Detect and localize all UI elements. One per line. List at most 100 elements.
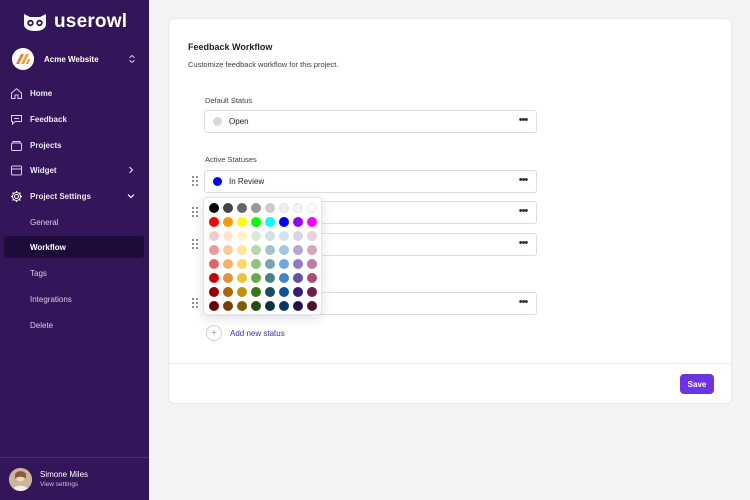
- color-swatch[interactable]: [209, 287, 219, 297]
- more-options-icon[interactable]: •••: [516, 206, 530, 218]
- sidebar-subitem-delete[interactable]: Delete: [4, 314, 144, 336]
- color-swatch[interactable]: [307, 245, 317, 255]
- color-swatch[interactable]: [237, 287, 247, 297]
- color-swatch[interactable]: [279, 287, 289, 297]
- more-options-icon[interactable]: •••: [516, 297, 530, 309]
- color-swatch[interactable]: [223, 203, 233, 213]
- more-options-icon[interactable]: •••: [516, 115, 530, 127]
- color-swatch[interactable]: [251, 301, 261, 311]
- sidebar-item-widget[interactable]: Widget: [4, 159, 144, 181]
- color-swatch[interactable]: [223, 217, 233, 227]
- sidebar-subitem-label: Delete: [30, 320, 54, 330]
- color-swatch[interactable]: [307, 301, 317, 311]
- color-swatch[interactable]: [265, 203, 275, 213]
- color-swatch[interactable]: [293, 259, 303, 269]
- color-swatch[interactable]: [209, 203, 219, 213]
- more-options-icon[interactable]: •••: [516, 238, 530, 250]
- app-logo[interactable]: userowl: [22, 11, 127, 33]
- color-swatch[interactable]: [265, 259, 275, 269]
- color-swatch[interactable]: [293, 301, 303, 311]
- project-switcher[interactable]: Acme Website: [12, 47, 136, 71]
- color-swatch[interactable]: [251, 231, 261, 241]
- drag-handle-icon[interactable]: [192, 298, 200, 310]
- color-swatch[interactable]: [237, 259, 247, 269]
- color-swatch[interactable]: [237, 273, 247, 283]
- color-swatch[interactable]: [251, 259, 261, 269]
- color-swatch[interactable]: [223, 231, 233, 241]
- color-swatch[interactable]: [251, 287, 261, 297]
- color-swatch[interactable]: [307, 217, 317, 227]
- sidebar-item-project-settings[interactable]: Project Settings: [4, 185, 144, 207]
- drag-handle-icon[interactable]: [192, 176, 200, 188]
- more-options-icon[interactable]: •••: [516, 175, 530, 187]
- color-swatch[interactable]: [209, 273, 219, 283]
- color-swatch[interactable]: [279, 245, 289, 255]
- add-new-status-button[interactable]: + Add new status: [206, 325, 285, 341]
- color-swatch[interactable]: [251, 203, 261, 213]
- default-status-label: Default Status: [205, 96, 253, 105]
- color-swatch[interactable]: [223, 287, 233, 297]
- user-meta: Simone Miles View settings: [40, 470, 88, 488]
- color-swatch[interactable]: [293, 287, 303, 297]
- sidebar-item-projects[interactable]: Projects: [4, 134, 144, 156]
- color-swatch[interactable]: [307, 273, 317, 283]
- color-swatch[interactable]: [293, 203, 303, 213]
- color-swatch[interactable]: [223, 301, 233, 311]
- color-swatch[interactable]: [209, 301, 219, 311]
- color-swatch[interactable]: [307, 231, 317, 241]
- color-swatch[interactable]: [265, 245, 275, 255]
- plus-icon: +: [206, 325, 222, 341]
- color-swatch[interactable]: [209, 231, 219, 241]
- color-swatch[interactable]: [279, 203, 289, 213]
- sidebar-subitem-tags[interactable]: Tags: [4, 262, 144, 284]
- color-swatch[interactable]: [209, 217, 219, 227]
- color-swatch[interactable]: [223, 259, 233, 269]
- color-swatch[interactable]: [265, 231, 275, 241]
- color-swatch[interactable]: [237, 217, 247, 227]
- status-color-dot[interactable]: [213, 177, 222, 186]
- drag-handle-icon[interactable]: [192, 239, 200, 251]
- color-swatch[interactable]: [223, 273, 233, 283]
- status-color-dot[interactable]: [213, 117, 222, 126]
- project-name: Acme Website: [44, 54, 99, 64]
- sidebar-subitem-general[interactable]: General: [4, 211, 144, 233]
- color-swatch[interactable]: [265, 273, 275, 283]
- color-swatch[interactable]: [293, 231, 303, 241]
- color-swatch[interactable]: [293, 273, 303, 283]
- color-swatch[interactable]: [279, 259, 289, 269]
- color-swatch[interactable]: [237, 245, 247, 255]
- color-swatch[interactable]: [307, 259, 317, 269]
- color-swatch[interactable]: [279, 301, 289, 311]
- sidebar-subitem-integrations[interactable]: Integrations: [4, 288, 144, 310]
- color-swatch[interactable]: [209, 259, 219, 269]
- color-swatch[interactable]: [237, 301, 247, 311]
- color-swatch[interactable]: [265, 287, 275, 297]
- color-swatch[interactable]: [265, 301, 275, 311]
- color-swatch[interactable]: [251, 245, 261, 255]
- color-swatch[interactable]: [251, 273, 261, 283]
- user-menu[interactable]: Simone Miles View settings: [0, 457, 149, 500]
- default-status-field[interactable]: Open •••: [204, 110, 537, 133]
- sidebar-item-feedback[interactable]: Feedback: [4, 108, 144, 130]
- color-swatch[interactable]: [237, 203, 247, 213]
- color-swatch[interactable]: [279, 231, 289, 241]
- color-swatch[interactable]: [293, 245, 303, 255]
- save-button[interactable]: Save: [680, 374, 714, 394]
- drag-handle-icon[interactable]: [192, 207, 200, 219]
- sidebar-subitem-workflow[interactable]: Workflow: [4, 236, 144, 258]
- color-swatch[interactable]: [237, 231, 247, 241]
- color-swatch[interactable]: [279, 217, 289, 227]
- color-swatch[interactable]: [307, 203, 317, 213]
- sidebar-item-label: Projects: [30, 140, 62, 150]
- add-new-status-label: Add new status: [230, 328, 285, 338]
- color-swatch[interactable]: [279, 273, 289, 283]
- active-status-field[interactable]: In Review •••: [204, 170, 537, 193]
- color-swatch[interactable]: [223, 245, 233, 255]
- color-swatch[interactable]: [293, 217, 303, 227]
- color-swatch[interactable]: [265, 217, 275, 227]
- view-settings-link[interactable]: View settings: [40, 481, 88, 488]
- color-swatch[interactable]: [251, 217, 261, 227]
- color-swatch[interactable]: [209, 245, 219, 255]
- sidebar-item-home[interactable]: Home: [4, 82, 144, 104]
- color-swatch[interactable]: [307, 287, 317, 297]
